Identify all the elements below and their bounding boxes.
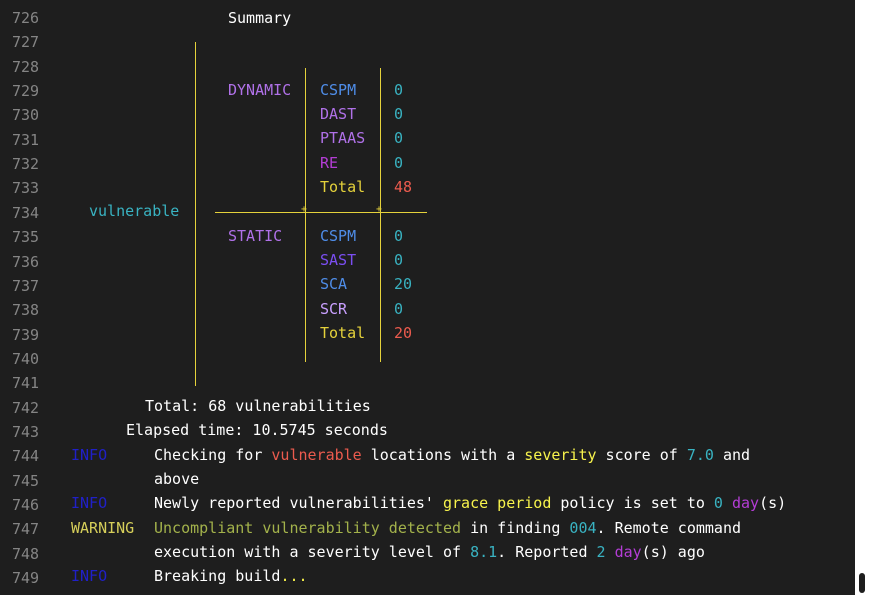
middle-vertical-line <box>305 68 306 362</box>
dynamic-row-re-name: RE <box>320 154 339 172</box>
static-row-total-name: Total <box>320 324 366 342</box>
log-level-info: INFO <box>71 446 108 464</box>
line-number: 744 <box>12 447 40 466</box>
static-row-sca-name: SCA <box>320 275 348 293</box>
log-level-warning: WARNING <box>71 519 135 537</box>
line-number: 731 <box>12 130 40 149</box>
line-number: 736 <box>12 252 40 271</box>
line-number: 737 <box>12 276 40 295</box>
line-number: 735 <box>12 228 40 247</box>
static-row-scr-name: SCR <box>320 300 348 318</box>
line-number: 739 <box>12 325 40 344</box>
scrollbar-track[interactable] <box>855 0 871 595</box>
log-message-checking-cont: above <box>154 470 200 488</box>
line-number: 749 <box>12 569 40 588</box>
total-vulnerabilities-line: Total: 68 vulnerabilities <box>145 397 371 415</box>
log-message-grace-period: Newly reported vulnerabilities' grace pe… <box>154 494 787 512</box>
line-number: 729 <box>12 82 40 101</box>
scrollbar-thumb[interactable] <box>859 573 865 593</box>
vulnerable-label: vulnerable <box>89 202 180 220</box>
dynamic-row-total-value: 48 <box>394 178 413 196</box>
terminal-output: 726 727 728 729 730 731 732 733 734 735 736 737 738 7… <box>0 0 855 595</box>
static-row-cspm-name: CSPM <box>320 227 357 245</box>
static-row-sast-name: SAST <box>320 251 357 269</box>
log-message-uncompliant: Uncompliant vulnerability detected in fi… <box>154 519 742 537</box>
line-number: 727 <box>12 33 40 52</box>
line-number: 746 <box>12 496 40 514</box>
line-number: 743 <box>12 422 40 441</box>
dynamic-row-ptaas-value: 0 <box>394 129 404 147</box>
left-vertical-line <box>195 42 196 386</box>
summary-title: Summary <box>228 9 292 27</box>
divider-cross-mid: + <box>301 204 308 215</box>
line-number: 733 <box>12 179 40 198</box>
log-message-uncompliant-cont: execution with a severity level of 8.1. … <box>154 543 705 561</box>
line-number: 747 <box>12 520 40 539</box>
dynamic-row-ptaas-name: PTAAS <box>320 129 366 147</box>
static-row-sast-value: 0 <box>394 251 404 269</box>
static-row-total-value: 20 <box>394 324 413 342</box>
dynamic-row-dast-value: 0 <box>394 105 404 123</box>
static-row-scr-value: 0 <box>394 300 404 318</box>
static-row-sca-value: 20 <box>394 275 413 293</box>
line-number: 741 <box>12 374 40 393</box>
static-label: STATIC <box>228 227 283 245</box>
line-number: 730 <box>12 106 40 125</box>
dynamic-row-re-value: 0 <box>394 154 404 172</box>
line-number: 738 <box>12 301 40 320</box>
line-number: 732 <box>12 155 40 174</box>
dynamic-row-cspm-name: CSPM <box>320 81 357 99</box>
dynamic-row-total-name: Total <box>320 178 366 196</box>
line-number: 742 <box>12 398 40 417</box>
dynamic-label: DYNAMIC <box>228 81 292 99</box>
line-number: 734 <box>12 203 40 222</box>
elapsed-time-line: Elapsed time: 10.5745 seconds <box>126 421 388 439</box>
right-vertical-line <box>380 68 381 362</box>
line-number: 726 <box>12 9 40 27</box>
log-message-breaking-build: Breaking build... <box>154 567 308 585</box>
dynamic-row-dast-name: DAST <box>320 105 357 123</box>
line-number: 745 <box>12 471 40 490</box>
line-number: 740 <box>12 349 40 368</box>
log-message-checking: Checking for vulnerable locations with a… <box>154 446 751 464</box>
line-number: 728 <box>12 57 40 76</box>
static-row-cspm-value: 0 <box>394 227 404 245</box>
dynamic-row-cspm-value: 0 <box>394 81 404 99</box>
log-level-info: INFO <box>71 567 108 585</box>
divider-cross-right: + <box>376 204 383 215</box>
line-number: 748 <box>12 544 40 563</box>
section-divider-line <box>215 212 427 213</box>
log-level-info: INFO <box>71 494 108 512</box>
